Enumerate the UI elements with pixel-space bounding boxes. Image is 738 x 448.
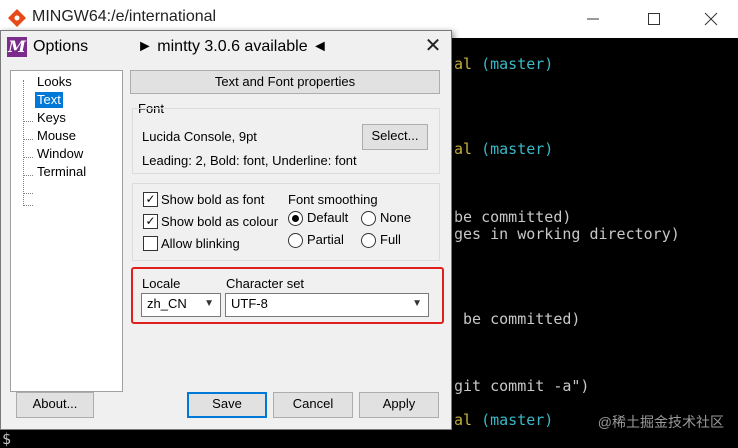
- tree-line: [23, 121, 33, 122]
- terminal-line: be committed): [454, 310, 581, 328]
- close-icon[interactable]: ✕: [421, 35, 445, 59]
- smoothing-default-label[interactable]: Default: [307, 210, 348, 225]
- tree-item-window[interactable]: Window: [35, 146, 85, 162]
- tree-item-mouse[interactable]: Mouse: [35, 128, 78, 144]
- minimize-button[interactable]: [578, 8, 608, 30]
- dialog-title: Options: [33, 38, 89, 55]
- tree-line: [23, 139, 33, 140]
- smoothing-partial-radio[interactable]: [288, 233, 303, 248]
- terminal-line: al (master): [454, 55, 554, 73]
- tree-item-text[interactable]: Text: [35, 92, 63, 108]
- watermark: @稀土掘金技术社区: [597, 414, 724, 430]
- terminal-line: al (master): [454, 411, 554, 429]
- show-bold-as-colour-label[interactable]: Show bold as colour: [161, 214, 278, 229]
- font-details: Leading: 2, Bold: font, Underline: font: [142, 153, 357, 168]
- terminal-line: ges in working directory): [454, 225, 680, 243]
- update-available-label[interactable]: ► mintty 3.0.6 available ◄: [137, 38, 328, 56]
- smoothing-full-label[interactable]: Full: [380, 232, 401, 247]
- terminal-line: git commit -a"): [454, 377, 590, 395]
- show-bold-as-colour-checkbox[interactable]: ✓: [143, 214, 158, 229]
- smoothing-default-radio[interactable]: [288, 211, 303, 226]
- about-button[interactable]: About...: [16, 392, 94, 418]
- terminal-prompt: $: [2, 430, 12, 448]
- tree-item-keys[interactable]: Keys: [35, 110, 68, 126]
- save-button[interactable]: Save: [187, 392, 267, 418]
- mintty-icon: M: [7, 37, 27, 57]
- tree-item-looks[interactable]: Looks: [35, 74, 74, 90]
- smoothing-none-radio[interactable]: [361, 211, 376, 226]
- terminal-title: MINGW64:/e/international: [32, 8, 217, 25]
- show-bold-as-font-checkbox[interactable]: ✓: [143, 192, 158, 207]
- show-bold-as-font-label[interactable]: Show bold as font: [161, 192, 264, 207]
- tree-line: [23, 205, 33, 206]
- tree-line: [23, 193, 33, 194]
- maximize-button[interactable]: [638, 8, 668, 30]
- smoothing-none-label[interactable]: None: [380, 210, 411, 225]
- tree-item-terminal[interactable]: Terminal: [35, 164, 88, 180]
- options-dialog: M Options ► mintty 3.0.6 available ◄ ✕ L…: [0, 30, 452, 430]
- window-close-button[interactable]: [696, 8, 726, 30]
- tree-line: [23, 175, 33, 176]
- allow-blinking-label[interactable]: Allow blinking: [161, 236, 240, 251]
- font-name: Lucida Console, 9pt: [142, 129, 257, 144]
- tree-line: [23, 157, 33, 158]
- text-font-properties-header[interactable]: Text and Font properties: [130, 70, 440, 94]
- apply-button[interactable]: Apply: [359, 392, 439, 418]
- smoothing-partial-label[interactable]: Partial: [307, 232, 344, 247]
- smoothing-full-radio[interactable]: [361, 233, 376, 248]
- terminal-line: al (master): [454, 140, 554, 158]
- git-bash-icon: [7, 8, 27, 28]
- cancel-button[interactable]: Cancel: [273, 392, 353, 418]
- highlight-box: [131, 267, 444, 324]
- terminal-line: be committed): [454, 208, 572, 226]
- font-smoothing-label: Font smoothing: [288, 192, 378, 207]
- category-tree: Looks Text Keys Mouse Window Terminal: [10, 70, 123, 392]
- tree-line: [23, 80, 24, 206]
- select-font-button[interactable]: Select...: [362, 124, 428, 150]
- allow-blinking-checkbox[interactable]: [143, 236, 158, 251]
